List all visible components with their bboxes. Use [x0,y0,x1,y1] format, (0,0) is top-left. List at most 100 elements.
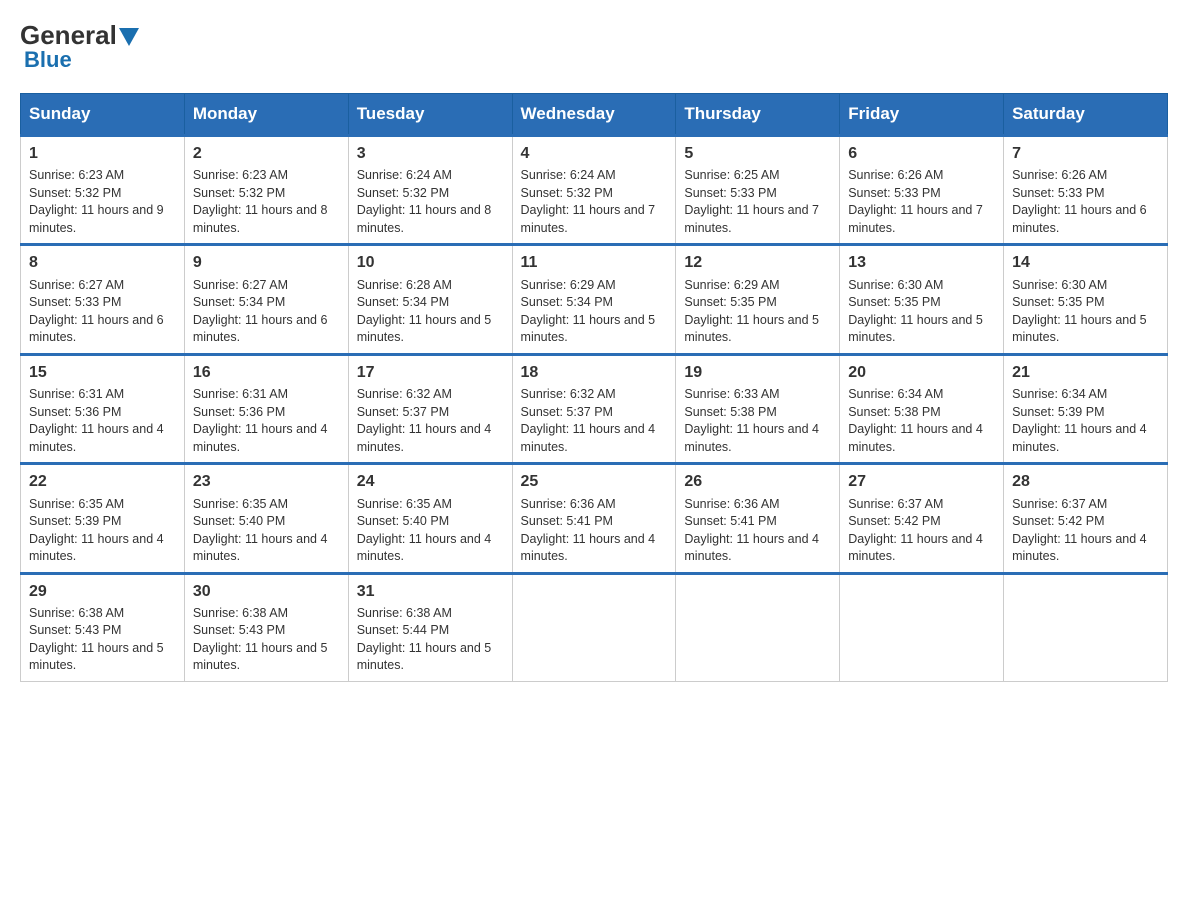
calendar-day-cell: 22 Sunrise: 6:35 AMSunset: 5:39 PMDayligh… [21,464,185,573]
logo: General Blue [20,20,139,73]
calendar-day-cell: 10 Sunrise: 6:28 AMSunset: 5:34 PMDayligh… [348,245,512,354]
calendar-day-cell: 12 Sunrise: 6:29 AMSunset: 5:35 PMDayligh… [676,245,840,354]
calendar-day-cell: 19Sunrise: 6:33 AMSunset: 5:38 PMDayligh… [676,354,840,463]
day-info: Sunrise: 6:34 AMSunset: 5:39 PMDaylight:… [1012,386,1159,456]
calendar-day-cell: 15Sunrise: 6:31 AMSunset: 5:36 PMDayligh… [21,354,185,463]
day-info: Sunrise: 6:38 AMSunset: 5:43 PMDaylight:… [29,605,176,675]
day-info: Sunrise: 6:29 AMSunset: 5:35 PMDaylight:… [684,277,831,347]
day-info: Sunrise: 6:29 AMSunset: 5:34 PMDaylight:… [521,277,668,347]
calendar-day-cell: 20Sunrise: 6:34 AMSunset: 5:38 PMDayligh… [840,354,1004,463]
calendar-day-cell: 28 Sunrise: 6:37 AMSunset: 5:42 PMDayligh… [1004,464,1168,573]
day-info: Sunrise: 6:24 AMSunset: 5:32 PMDaylight:… [521,167,668,237]
day-info: Sunrise: 6:35 AMSunset: 5:40 PMDaylight:… [357,496,504,566]
day-info: Sunrise: 6:37 AMSunset: 5:42 PMDaylight:… [848,496,995,566]
day-number: 20 [848,362,995,384]
day-number: 4 [521,143,668,165]
page-header: General Blue [20,20,1168,73]
calendar-day-cell: 14Sunrise: 6:30 AMSunset: 5:35 PMDayligh… [1004,245,1168,354]
day-number: 3 [357,143,504,165]
calendar-day-cell: 5Sunrise: 6:25 AMSunset: 5:33 PMDaylight… [676,136,840,245]
day-info: Sunrise: 6:36 AMSunset: 5:41 PMDaylight:… [684,496,831,566]
day-number: 29 [29,581,176,603]
day-number: 26 [684,471,831,493]
calendar-day-cell: 8Sunrise: 6:27 AMSunset: 5:33 PMDaylight… [21,245,185,354]
calendar-week-row: 22 Sunrise: 6:35 AMSunset: 5:39 PMDayligh… [21,464,1168,573]
calendar-day-cell: 29Sunrise: 6:38 AMSunset: 5:43 PMDayligh… [21,573,185,681]
calendar-day-cell: 17Sunrise: 6:32 AMSunset: 5:37 PMDayligh… [348,354,512,463]
day-number: 7 [1012,143,1159,165]
day-info: Sunrise: 6:28 AMSunset: 5:34 PMDaylight:… [357,277,504,347]
day-info: Sunrise: 6:23 AMSunset: 5:32 PMDaylight:… [193,167,340,237]
day-info: Sunrise: 6:26 AMSunset: 5:33 PMDaylight:… [848,167,995,237]
day-number: 12 [684,252,831,274]
calendar-day-cell: 6Sunrise: 6:26 AMSunset: 5:33 PMDaylight… [840,136,1004,245]
weekday-header-friday: Friday [840,94,1004,136]
calendar-day-cell [676,573,840,681]
day-info: Sunrise: 6:32 AMSunset: 5:37 PMDaylight:… [521,386,668,456]
day-number: 11 [521,252,668,274]
day-number: 31 [357,581,504,603]
calendar-day-cell: 18Sunrise: 6:32 AMSunset: 5:37 PMDayligh… [512,354,676,463]
calendar-week-row: 15Sunrise: 6:31 AMSunset: 5:36 PMDayligh… [21,354,1168,463]
calendar-day-cell [840,573,1004,681]
day-info: Sunrise: 6:31 AMSunset: 5:36 PMDaylight:… [29,386,176,456]
day-info: Sunrise: 6:26 AMSunset: 5:33 PMDaylight:… [1012,167,1159,237]
day-info: Sunrise: 6:25 AMSunset: 5:33 PMDaylight:… [684,167,831,237]
weekday-header-saturday: Saturday [1004,94,1168,136]
calendar-week-row: 1Sunrise: 6:23 AMSunset: 5:32 PMDaylight… [21,136,1168,245]
weekday-header-sunday: Sunday [21,94,185,136]
day-number: 16 [193,362,340,384]
day-number: 24 [357,471,504,493]
calendar-day-cell: 3Sunrise: 6:24 AMSunset: 5:32 PMDaylight… [348,136,512,245]
day-info: Sunrise: 6:38 AMSunset: 5:43 PMDaylight:… [193,605,340,675]
weekday-header-monday: Monday [184,94,348,136]
day-info: Sunrise: 6:35 AMSunset: 5:39 PMDaylight:… [29,496,176,566]
day-info: Sunrise: 6:37 AMSunset: 5:42 PMDaylight:… [1012,496,1159,566]
day-number: 27 [848,471,995,493]
calendar-day-cell: 23 Sunrise: 6:35 AMSunset: 5:40 PMDayligh… [184,464,348,573]
calendar-day-cell: 1Sunrise: 6:23 AMSunset: 5:32 PMDaylight… [21,136,185,245]
day-number: 18 [521,362,668,384]
day-number: 5 [684,143,831,165]
day-info: Sunrise: 6:27 AMSunset: 5:34 PMDaylight:… [193,277,340,347]
day-number: 13 [848,252,995,274]
calendar-day-cell [512,573,676,681]
day-number: 19 [684,362,831,384]
day-number: 22 [29,471,176,493]
calendar-day-cell: 31Sunrise: 6:38 AMSunset: 5:44 PMDayligh… [348,573,512,681]
day-number: 6 [848,143,995,165]
calendar-day-cell: 11 Sunrise: 6:29 AMSunset: 5:34 PMDayligh… [512,245,676,354]
day-number: 30 [193,581,340,603]
day-info: Sunrise: 6:36 AMSunset: 5:41 PMDaylight:… [521,496,668,566]
day-number: 28 [1012,471,1159,493]
weekday-header-thursday: Thursday [676,94,840,136]
day-number: 9 [193,252,340,274]
day-info: Sunrise: 6:31 AMSunset: 5:36 PMDaylight:… [193,386,340,456]
logo-blue-text: Blue [24,47,72,73]
day-number: 10 [357,252,504,274]
calendar-week-row: 8Sunrise: 6:27 AMSunset: 5:33 PMDaylight… [21,245,1168,354]
day-number: 23 [193,471,340,493]
calendar-table: SundayMondayTuesdayWednesdayThursdayFrid… [20,93,1168,682]
weekday-header-wednesday: Wednesday [512,94,676,136]
day-info: Sunrise: 6:33 AMSunset: 5:38 PMDaylight:… [684,386,831,456]
day-info: Sunrise: 6:32 AMSunset: 5:37 PMDaylight:… [357,386,504,456]
calendar-day-cell: 30Sunrise: 6:38 AMSunset: 5:43 PMDayligh… [184,573,348,681]
calendar-day-cell: 7Sunrise: 6:26 AMSunset: 5:33 PMDaylight… [1004,136,1168,245]
day-info: Sunrise: 6:24 AMSunset: 5:32 PMDaylight:… [357,167,504,237]
day-info: Sunrise: 6:23 AMSunset: 5:32 PMDaylight:… [29,167,176,237]
day-number: 17 [357,362,504,384]
day-number: 2 [193,143,340,165]
weekday-header-tuesday: Tuesday [348,94,512,136]
calendar-day-cell [1004,573,1168,681]
calendar-day-cell: 4Sunrise: 6:24 AMSunset: 5:32 PMDaylight… [512,136,676,245]
day-info: Sunrise: 6:30 AMSunset: 5:35 PMDaylight:… [1012,277,1159,347]
day-info: Sunrise: 6:35 AMSunset: 5:40 PMDaylight:… [193,496,340,566]
day-number: 15 [29,362,176,384]
day-info: Sunrise: 6:30 AMSunset: 5:35 PMDaylight:… [848,277,995,347]
calendar-day-cell: 26 Sunrise: 6:36 AMSunset: 5:41 PMDayligh… [676,464,840,573]
calendar-week-row: 29Sunrise: 6:38 AMSunset: 5:43 PMDayligh… [21,573,1168,681]
calendar-day-cell: 25Sunrise: 6:36 AMSunset: 5:41 PMDayligh… [512,464,676,573]
calendar-day-cell: 16Sunrise: 6:31 AMSunset: 5:36 PMDayligh… [184,354,348,463]
day-number: 21 [1012,362,1159,384]
